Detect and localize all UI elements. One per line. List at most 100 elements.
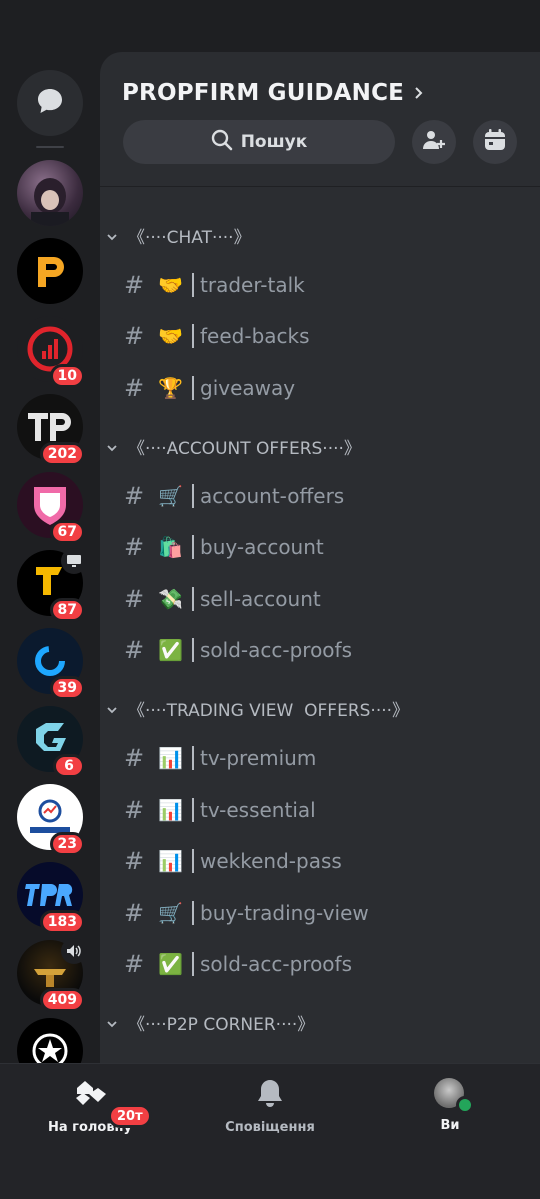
category-p2p-corner[interactable]: 《····P2P CORNER····》: [106, 1010, 314, 1035]
server-icon[interactable]: [17, 238, 83, 304]
rail-separator: [36, 146, 64, 148]
events-button[interactable]: [473, 120, 517, 164]
nav-profile-label: Ви: [440, 1118, 460, 1133]
unread-badge: 409: [39, 988, 85, 1012]
bell-icon: [256, 1078, 284, 1112]
hashtag-icon: #: [124, 899, 145, 927]
channel-item[interactable]: # 🛒 buy-trading-view: [124, 899, 369, 927]
unread-badge: 202: [39, 442, 85, 466]
hashtag-icon: #: [124, 744, 145, 772]
category-label: 《····ACCOUNT OFFERS····》: [128, 439, 361, 459]
server-icon[interactable]: [17, 160, 83, 226]
server-icon[interactable]: 6: [17, 706, 85, 778]
search-button[interactable]: Пошук: [123, 120, 395, 164]
channel-panel: PROPFIRM GUIDANCE Пошук 《····CHAT····》 #…: [100, 52, 540, 1063]
channel-name: buy-trading-view: [192, 901, 369, 925]
server-icon[interactable]: 202: [17, 394, 85, 466]
channel-name: sell-account: [192, 587, 321, 611]
hashtag-icon: #: [124, 585, 145, 613]
channel-item[interactable]: # 🛍️ buy-account: [124, 533, 324, 561]
hashtag-icon: #: [124, 322, 145, 350]
channel-emoji: 📊: [158, 798, 183, 822]
chevron-down-icon: [106, 226, 118, 246]
speaker-icon: [61, 938, 87, 964]
channel-item[interactable]: # 🛒 account-offers: [124, 482, 344, 510]
hashtag-icon: #: [124, 533, 145, 561]
nav-home[interactable]: На головну 20т: [10, 1078, 170, 1135]
server-icon[interactable]: 67: [17, 472, 85, 544]
screen-share-icon: [61, 548, 87, 574]
add-user-icon: [422, 128, 446, 156]
channel-name: sold-acc-proofs: [192, 638, 352, 662]
channel-name: sold-acc-proofs: [192, 952, 352, 976]
channel-name: giveaway: [192, 376, 295, 400]
unread-badge: 23: [49, 832, 85, 856]
channel-name: trader-talk: [192, 273, 305, 297]
channel-item[interactable]: # 💸 sell-account: [124, 585, 321, 613]
nav-notifications[interactable]: Сповіщення: [190, 1078, 350, 1135]
channel-item[interactable]: # ✅ sold-acc-proofs: [124, 636, 352, 664]
nav-profile[interactable]: Ви: [370, 1078, 530, 1133]
server-icon[interactable]: 409: [17, 938, 87, 1012]
channel-item[interactable]: # 📊 wekkend-pass: [124, 847, 342, 875]
channel-item[interactable]: # ✅ sold-acc-proofs: [124, 950, 352, 978]
channel-item[interactable]: # 🤝 trader-talk: [124, 271, 305, 299]
chevron-right-icon: [414, 80, 424, 106]
avatar: [434, 1078, 474, 1114]
server-icon[interactable]: 23: [17, 784, 85, 856]
server-icon[interactable]: 87: [17, 548, 87, 622]
category-label: 《····P2P CORNER····》: [128, 1015, 315, 1035]
p-logo-icon: [17, 238, 83, 304]
channel-emoji: 🛒: [158, 484, 183, 508]
direct-messages-button[interactable]: [17, 70, 83, 136]
channel-item[interactable]: # 📊 tv-essential: [124, 796, 316, 824]
unread-badge: 10: [49, 364, 85, 388]
server-icon[interactable]: 39: [17, 628, 85, 700]
unread-badge: 183: [39, 910, 85, 934]
anime-avatar-icon: [17, 160, 83, 226]
hashtag-icon: #: [124, 796, 145, 824]
channel-emoji: 💸: [158, 587, 183, 611]
chevron-down-icon: [106, 437, 118, 457]
channel-item[interactable]: # 🏆 giveaway: [124, 374, 295, 402]
channel-emoji: 📊: [158, 746, 183, 770]
server-icon[interactable]: 183: [17, 862, 85, 934]
invite-members-button[interactable]: [412, 120, 456, 164]
hashtag-icon: #: [124, 950, 145, 978]
category-chat[interactable]: 《····CHAT····》: [106, 223, 251, 248]
search-icon: [211, 129, 233, 156]
channel-emoji: ✅: [158, 952, 183, 976]
channel-name: wekkend-pass: [192, 849, 342, 873]
category-trading-view-offers[interactable]: 《····TRADING VIEW OFFERS····》: [106, 696, 409, 721]
channel-emoji: 🤝: [158, 324, 183, 348]
search-label: Пошук: [240, 132, 308, 152]
channel-name: buy-account: [192, 535, 324, 559]
category-account-offers[interactable]: 《····ACCOUNT OFFERS····》: [106, 434, 361, 459]
channel-name: tv-essential: [192, 798, 316, 822]
channel-emoji: ✅: [158, 638, 183, 662]
hashtag-icon: #: [124, 847, 145, 875]
category-label: 《····TRADING VIEW OFFERS····》: [128, 701, 410, 721]
server-icon[interactable]: 10: [17, 316, 85, 388]
server-name: PROPFIRM GUIDANCE: [122, 80, 405, 106]
channel-item[interactable]: # 🤝 feed-backs: [124, 322, 310, 350]
header-divider: [100, 186, 540, 187]
channel-name: tv-premium: [192, 746, 316, 770]
server-rail: 10 202 67 87 39 6 23 183 409: [0, 0, 100, 1063]
channel-emoji: 🏆: [158, 376, 183, 400]
channel-item[interactable]: # 📊 tv-premium: [124, 744, 316, 772]
calendar-icon: [484, 129, 506, 155]
unread-badge: 87: [49, 598, 85, 622]
home-badge: 20т: [108, 1104, 152, 1128]
chevron-down-icon: [106, 699, 118, 719]
hashtag-icon: #: [124, 482, 145, 510]
channel-emoji: 🛍️: [158, 535, 183, 559]
hashtag-icon: #: [124, 636, 145, 664]
chevron-down-icon: [106, 1013, 118, 1033]
unread-badge: 67: [49, 520, 85, 544]
hashtag-icon: #: [124, 374, 145, 402]
server-icon[interactable]: [17, 1018, 83, 1063]
server-title[interactable]: PROPFIRM GUIDANCE: [122, 80, 424, 106]
channel-emoji: 🤝: [158, 273, 183, 297]
channel-name: feed-backs: [192, 324, 310, 348]
